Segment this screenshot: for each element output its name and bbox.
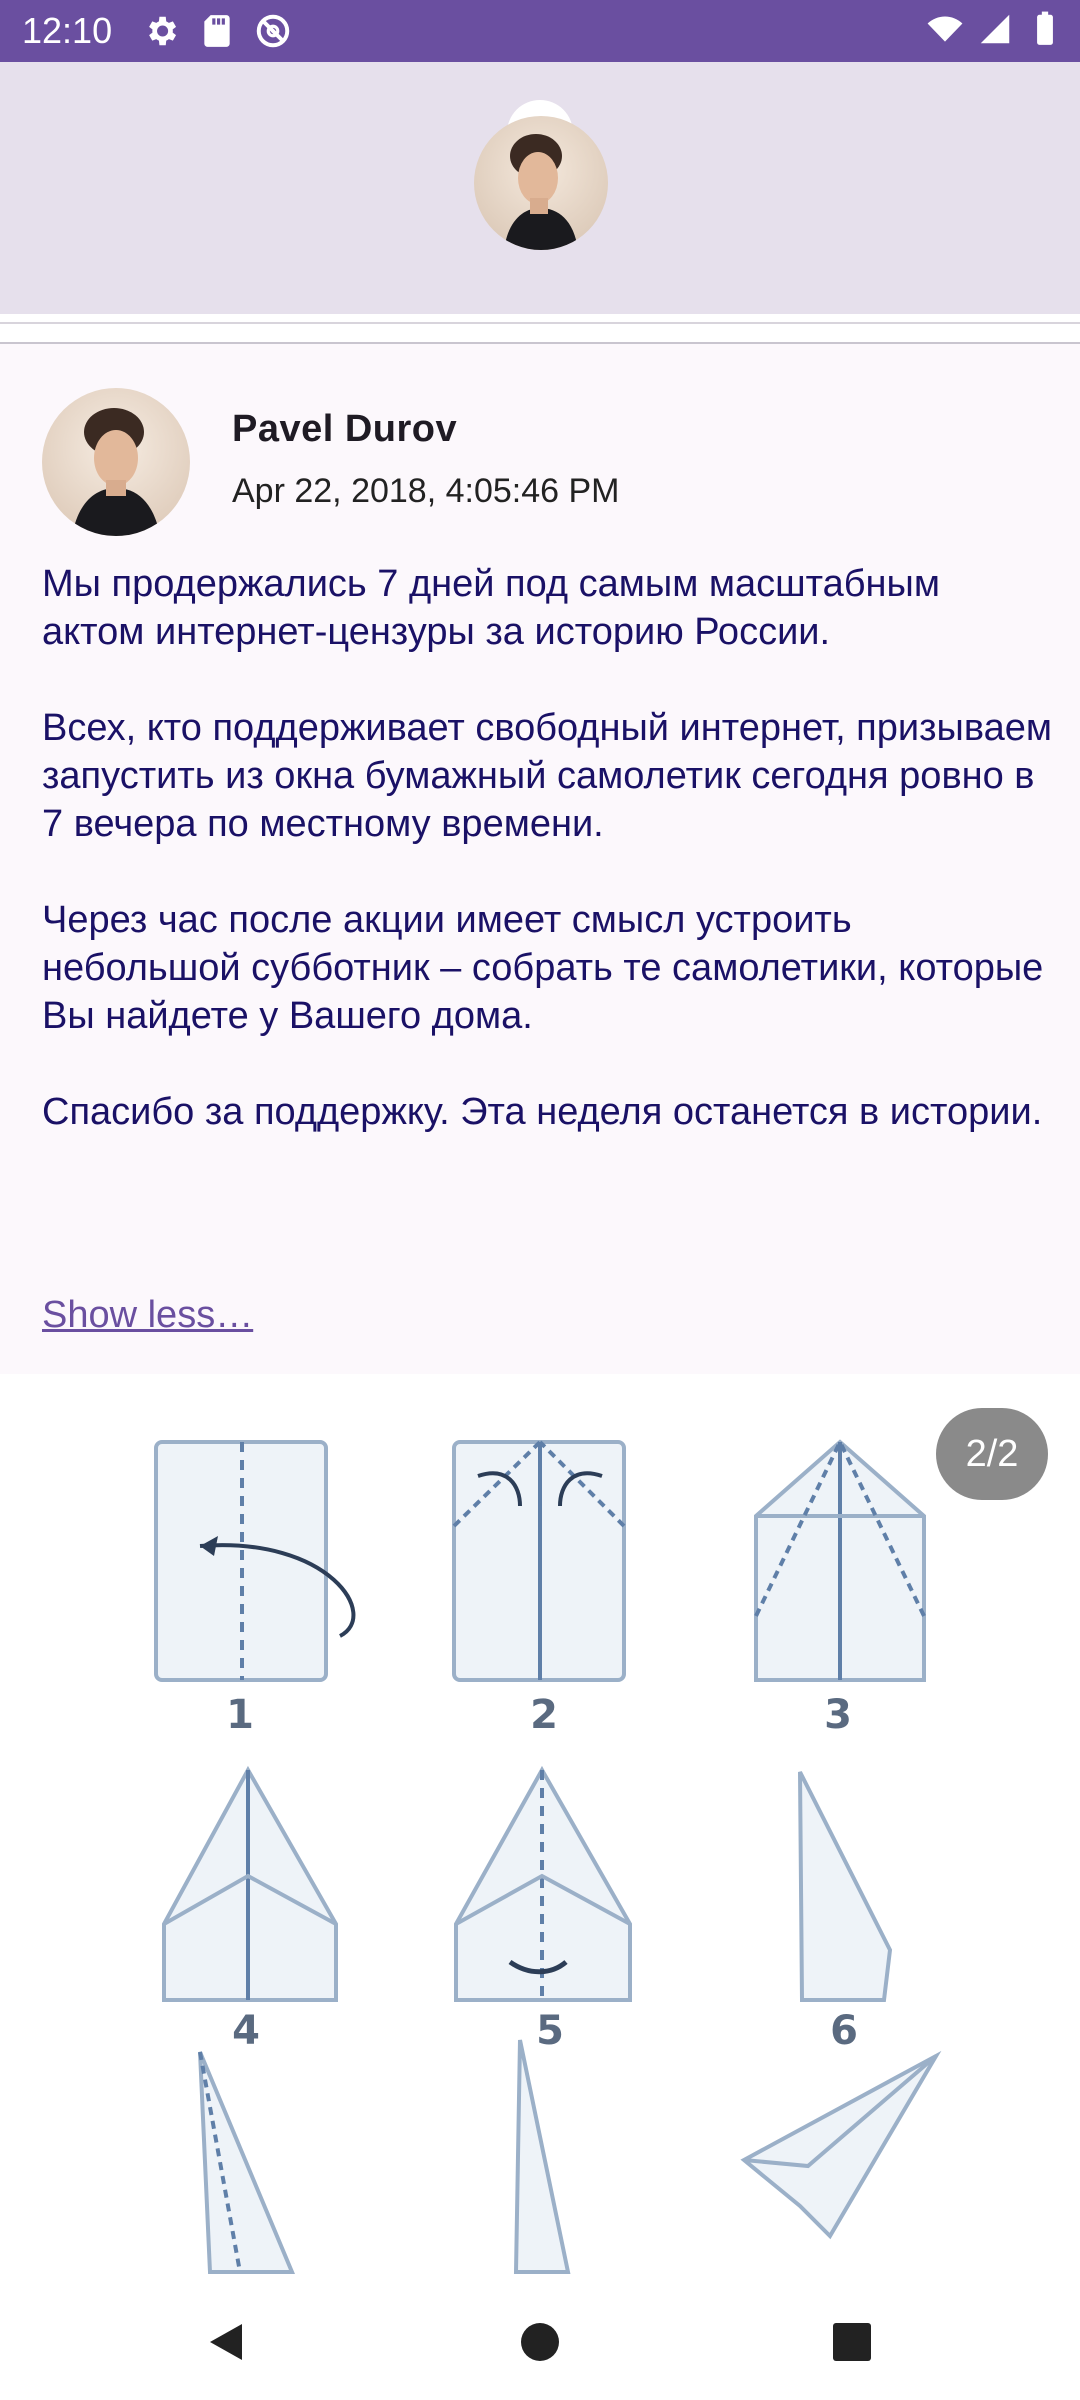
system-nav-bar: [0, 2274, 1080, 2400]
post-text: Мы продержались 7 дней под самым масштаб…: [42, 563, 1053, 1133]
header-divider: [0, 322, 1080, 324]
status-time: 12:10: [22, 10, 113, 51]
show-less-link[interactable]: Show less…: [42, 1294, 253, 1337]
recents-icon: [833, 2323, 871, 2361]
signal-icon: [980, 14, 1010, 44]
post-author[interactable]: Pavel Durov: [232, 408, 457, 451]
image-counter-badge: 2/2: [936, 1408, 1048, 1500]
status-bar: 12:10: [0, 0, 1080, 62]
post-image[interactable]: 1 2 3 4 5 6: [0, 1376, 1080, 2274]
step-label-4: 4: [232, 2008, 260, 2054]
step-label-6: 6: [830, 2008, 858, 2054]
paper-plane-instructions-image: 1 2 3 4 5 6: [154, 1439, 942, 2274]
step-label-2: 2: [530, 1692, 558, 1738]
nav-recents-button[interactable]: [822, 2312, 882, 2372]
nav-home-button[interactable]: [510, 2312, 570, 2372]
nav-back-button[interactable]: [196, 2312, 256, 2372]
sd-card-icon: [204, 15, 230, 47]
avatar-image: [474, 116, 608, 250]
author-avatar-image: [42, 388, 190, 536]
status-icons-right: [926, 10, 1064, 48]
post-date: Apr 22, 2018, 4:05:46 PM: [232, 472, 620, 510]
header-avatar[interactable]: [474, 116, 608, 250]
step-label-3: 3: [824, 1692, 852, 1738]
wifi-icon: [927, 16, 963, 42]
gear-icon: [149, 16, 177, 46]
step-label-1: 1: [226, 1692, 254, 1738]
battery-icon: [1037, 11, 1053, 45]
do-not-disturb-icon: [256, 14, 290, 48]
status-icons-left: [142, 12, 292, 50]
back-icon: [210, 2324, 242, 2360]
step-label-5: 5: [536, 2008, 564, 2054]
home-icon: [521, 2323, 559, 2361]
author-avatar[interactable]: [42, 388, 190, 536]
